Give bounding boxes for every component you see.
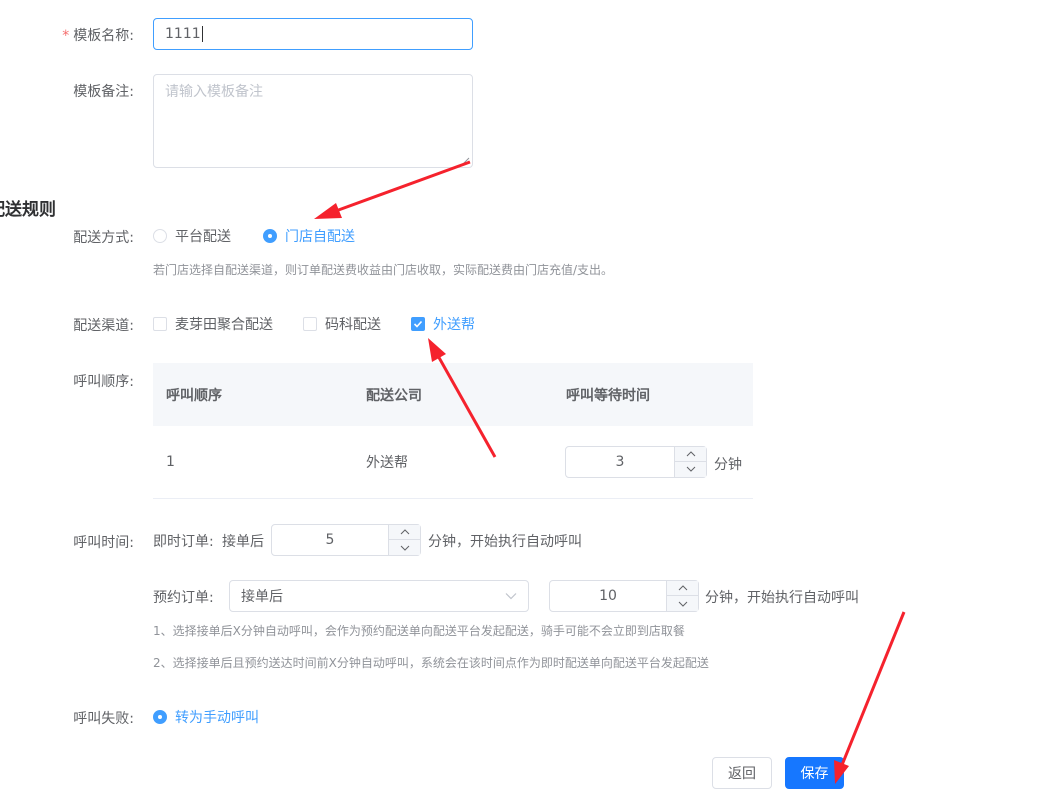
section-title-delivery-rules: 配送规则	[0, 200, 56, 220]
text-caret	[201, 26, 203, 42]
annotation-arrow-icon	[314, 160, 471, 219]
stepper-increase-button[interactable]	[667, 581, 698, 596]
instant-minutes-stepper[interactable]: 5	[271, 524, 421, 556]
checkbox-waisongbang[interactable]: 外送帮	[411, 314, 475, 334]
stepper-controls	[666, 581, 698, 611]
reserve-minutes-stepper[interactable]: 10	[549, 580, 699, 612]
call-fail-label: 呼叫失败:	[73, 711, 134, 727]
chevron-down-icon	[686, 466, 695, 472]
radio-dot	[153, 229, 167, 243]
checkbox-box	[153, 317, 167, 331]
template-name-label: * 模板名称:	[4, 25, 134, 45]
checkbox-waisongbang-label: 外送帮	[433, 317, 475, 333]
wait-time-value: 3	[615, 453, 625, 470]
reserve-order-label: 预约订单:	[153, 590, 214, 606]
cell-company: 外送帮	[366, 455, 408, 471]
radio-platform-delivery-label: 平台配送	[175, 229, 231, 245]
save-button[interactable]: 保存	[785, 757, 844, 789]
radio-platform-delivery[interactable]: 平台配送	[153, 226, 231, 246]
call-time-note-2: 2、选择接单后且预约送达时间前X分钟自动呼叫，系统会在该时间点作为即时配送单向配…	[153, 656, 709, 670]
template-note-placeholder: 请输入模板备注	[165, 84, 263, 100]
radio-store-delivery[interactable]: 门店自配送	[263, 226, 355, 246]
radio-manual-call-label: 转为手动呼叫	[175, 710, 259, 726]
call-time-label: 呼叫时间:	[73, 535, 134, 551]
stepper-increase-button[interactable]	[389, 525, 420, 540]
delivery-channel-label: 配送渠道:	[73, 318, 134, 334]
column-header: 呼叫等待时间	[566, 387, 650, 404]
chevron-up-icon	[678, 585, 687, 591]
table-row: 1 外送帮 3 分钟	[153, 426, 753, 499]
chevron-up-icon	[686, 450, 695, 456]
stepper-controls	[674, 446, 706, 477]
stepper-controls	[388, 525, 420, 555]
required-mark: *	[62, 28, 70, 44]
radio-store-delivery-label: 门店自配送	[285, 229, 355, 245]
template-name-label-text: 模板名称:	[73, 28, 134, 44]
template-name-input[interactable]: 1111	[153, 18, 473, 50]
column-header: 呼叫顺序	[166, 387, 222, 404]
radio-dot-checked	[263, 229, 277, 243]
delivery-method-hint: 若门店选择自配送渠道，则订单配送费收益由门店收取，实际配送费由门店充值/支出。	[153, 263, 614, 277]
instant-order-after-label: 接单后	[222, 534, 264, 550]
instant-order-label: 即时订单:	[153, 534, 214, 550]
checkbox-maiyatian[interactable]: 麦芽田聚合配送	[153, 314, 273, 334]
cell-wait-time: 3 分钟	[553, 426, 753, 499]
chevron-down-icon	[400, 545, 409, 551]
column-header: 配送公司	[366, 387, 422, 404]
select-arrow-icon	[505, 593, 517, 600]
reserve-minutes-value: 10	[599, 588, 617, 604]
delivery-method-label: 配送方式:	[73, 230, 134, 246]
checkbox-maiyatian-label: 麦芽田聚合配送	[175, 317, 273, 333]
checkbox-box-checked	[411, 317, 425, 331]
template-name-value: 1111	[165, 26, 201, 42]
reserve-trigger-select[interactable]: 接单后	[229, 580, 529, 612]
instant-suffix: 分钟，开始执行自动呼叫	[428, 534, 582, 550]
call-order-label: 呼叫顺序:	[73, 374, 134, 390]
stepper-increase-button[interactable]	[675, 447, 706, 462]
radio-dot-checked	[153, 710, 167, 724]
checkbox-box	[303, 317, 317, 331]
cell-order: 1	[166, 454, 175, 470]
checkbox-make[interactable]: 码科配送	[303, 314, 381, 334]
check-icon	[413, 320, 423, 328]
reserve-select-value: 接单后	[241, 589, 283, 605]
back-button[interactable]: 返回	[712, 757, 772, 789]
table-header: 呼叫顺序 配送公司 呼叫等待时间	[153, 363, 753, 426]
call-order-table: 呼叫顺序 配送公司 呼叫等待时间 1 外送帮 3 分钟	[153, 363, 753, 499]
instant-minutes-value: 5	[325, 532, 335, 548]
radio-manual-call[interactable]: 转为手动呼叫	[153, 707, 259, 727]
stepper-decrease-button[interactable]	[389, 540, 420, 555]
checkbox-make-label: 码科配送	[325, 317, 381, 333]
annotation-arrow-icon	[834, 611, 906, 784]
wait-time-unit: 分钟	[714, 456, 742, 473]
resize-handle-icon[interactable]	[462, 157, 470, 165]
stepper-decrease-button[interactable]	[675, 462, 706, 477]
chevron-up-icon	[400, 529, 409, 535]
wait-time-stepper[interactable]: 3	[565, 445, 707, 478]
template-note-label: 模板备注:	[73, 84, 134, 100]
template-note-textarea[interactable]: 请输入模板备注	[153, 74, 473, 168]
call-time-note-1: 1、选择接单后X分钟自动呼叫，会作为预约配送单向配送平台发起配送，骑手可能不会立…	[153, 624, 685, 638]
stepper-decrease-button[interactable]	[667, 596, 698, 611]
chevron-down-icon	[678, 601, 687, 607]
reserve-suffix: 分钟，开始执行自动呼叫	[705, 590, 859, 606]
